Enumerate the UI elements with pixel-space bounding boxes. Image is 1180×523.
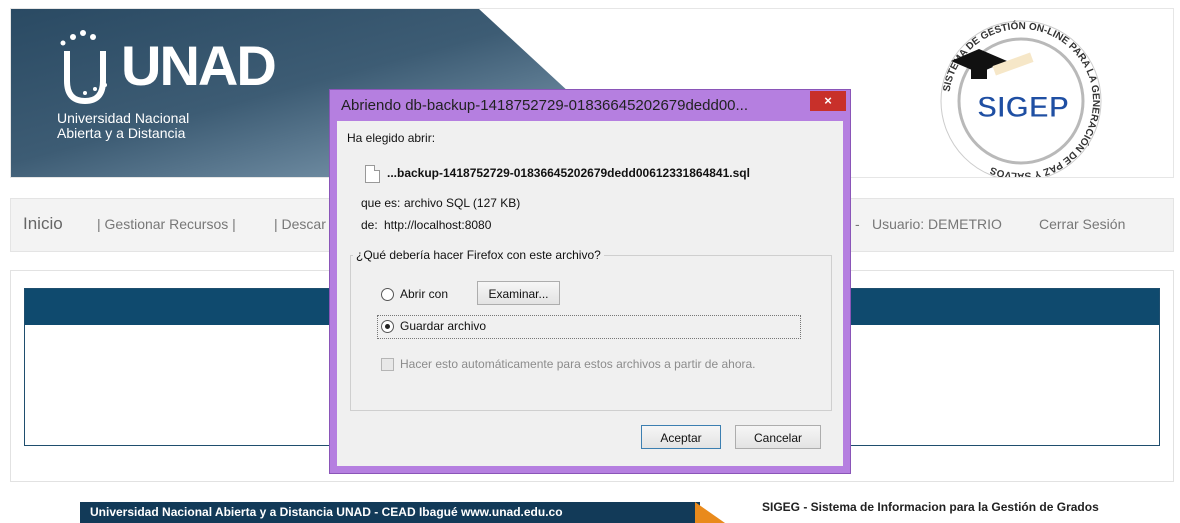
save-file-radio[interactable] — [381, 320, 394, 333]
nav-gestionar-link[interactable]: | Gestionar Recursos | — [97, 216, 236, 232]
nav-descargar-link[interactable]: | Descar — [274, 216, 326, 232]
dialog-titlebar[interactable]: Abriendo db-backup-1418752729-0183664520… — [330, 90, 850, 120]
close-icon: × — [824, 93, 832, 108]
footer-right: SIGEG - Sistema de Informacion para la G… — [762, 500, 1099, 514]
nav-home-link[interactable]: Inicio — [23, 214, 63, 234]
cancel-button[interactable]: Cancelar — [735, 425, 821, 449]
action-question: ¿Qué debería hacer Firefox con este arch… — [353, 248, 604, 262]
dialog-title: Abriendo db-backup-1418752729-0183664520… — [341, 97, 749, 114]
dialog-body: Ha elegido abrir: ...backup-1418752729-0… — [337, 121, 843, 466]
nav-separator: - — [855, 216, 860, 232]
unad-logo-icon — [60, 30, 107, 105]
auto-action-checkbox[interactable] — [381, 358, 394, 371]
unad-logo-subtitle: Universidad Nacional Abierta y a Distanc… — [57, 111, 189, 141]
download-dialog: Abriendo db-backup-1418752729-0183664520… — [329, 89, 851, 474]
file-icon — [365, 165, 380, 183]
file-source-value: http://localhost:8080 — [384, 218, 492, 232]
close-button[interactable]: × — [810, 91, 846, 111]
file-source-label: de: — [361, 218, 378, 232]
nav-user-label: Usuario: DEMETRIO — [872, 216, 1002, 232]
chosen-label: Ha elegido abrir: — [347, 131, 436, 145]
nav-logout-link[interactable]: Cerrar Sesión — [1039, 216, 1125, 232]
file-name: ...backup-1418752729-01836645202679dedd0… — [387, 166, 750, 180]
open-with-radio[interactable] — [381, 288, 394, 301]
accept-button[interactable]: Aceptar — [641, 425, 721, 449]
browse-button[interactable]: Examinar... — [477, 281, 560, 305]
logo-sub-line-2: Abierta y a Distancia — [57, 125, 186, 141]
file-type-label: que es: — [361, 196, 401, 210]
file-type-value: archivo SQL (127 KB) — [404, 196, 521, 210]
footer-left: Universidad Nacional Abierta y a Distanc… — [80, 502, 700, 523]
save-file-label[interactable]: Guardar archivo — [400, 319, 486, 333]
sigep-logo-text: SIGEP — [977, 91, 1069, 124]
sigep-seal-icon: SISTEMA DE GESTIÓN ON-LINE PARA LA GENER… — [940, 19, 1102, 177]
open-with-label[interactable]: Abrir con — [400, 287, 448, 301]
auto-action-label[interactable]: Hacer esto automáticamente para estos ar… — [400, 357, 756, 371]
logo-sub-line-1: Universidad Nacional — [57, 110, 190, 126]
unad-logo-text: UNAD — [121, 34, 277, 97]
